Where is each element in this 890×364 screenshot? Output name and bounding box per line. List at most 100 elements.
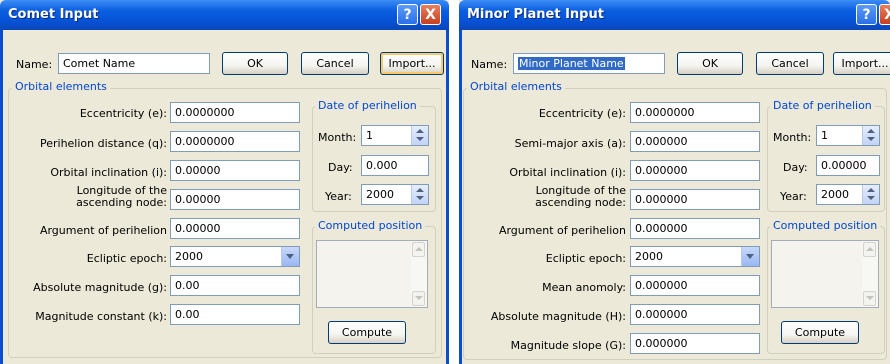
day-input[interactable]: 0.00000 <box>816 155 880 176</box>
help-button[interactable]: ? <box>856 4 877 25</box>
magnitude-constant-input[interactable]: 0.00 <box>170 304 300 325</box>
window-border-left <box>459 30 462 364</box>
ecliptic-epoch-value: 2000 <box>175 250 203 263</box>
date-of-perihelion-title: Date of perihelion <box>315 99 420 112</box>
minor-title-bar[interactable]: Minor Planet Input ? X <box>459 0 890 30</box>
cancel-button[interactable]: Cancel <box>301 52 369 75</box>
magnitude-constant-label: Magnitude constant (k): <box>35 310 167 323</box>
argument-of-perihelion-label: Argument of perihelion <box>498 224 626 237</box>
eccentricity-input[interactable]: 0.0000000 <box>170 102 300 123</box>
longitude-label-line2: ascending node: <box>535 196 626 209</box>
close-button[interactable]: X <box>420 4 441 25</box>
comet-dialog-title: Comet Input <box>8 7 99 22</box>
name-input[interactable]: Comet Name <box>58 53 210 74</box>
comet-input-dialog: Comet Input ? X Name: Comet Name OK Canc… <box>0 0 449 364</box>
scroll-down-icon[interactable] <box>412 291 425 306</box>
longitude-label-line2: ascending node: <box>76 196 167 209</box>
argument-of-perihelion-label: Argument of perihelion <box>39 224 167 237</box>
name-label: Name: <box>16 58 53 71</box>
cancel-button[interactable]: Cancel <box>756 52 824 75</box>
computed-position-list[interactable] <box>316 240 428 308</box>
list-scrollbar[interactable] <box>411 241 427 307</box>
mean-anomoly-label: Mean anomoly: <box>542 281 626 294</box>
inclination-input[interactable]: 0.00000 <box>170 160 300 181</box>
month-spin-icon[interactable] <box>862 126 879 145</box>
ecliptic-epoch-label: Ecliptic epoch: <box>86 252 167 265</box>
inclination-label: Orbital inclination (i): <box>509 166 626 179</box>
longitude-input[interactable]: 0.000000 <box>630 189 760 210</box>
help-button[interactable]: ? <box>397 4 418 25</box>
year-value: 2000 <box>821 188 849 201</box>
argument-of-perihelion-input[interactable]: 0.00000 <box>170 218 300 239</box>
day-label: Day: <box>328 161 353 174</box>
year-label: Year: <box>780 190 807 203</box>
year-value: 2000 <box>366 188 394 201</box>
ecliptic-epoch-value: 2000 <box>635 250 663 263</box>
ecliptic-epoch-label: Ecliptic epoch: <box>545 252 626 265</box>
eccentricity-input[interactable]: 0.0000000 <box>630 102 760 123</box>
mean-anomoly-input[interactable]: 0.000000 <box>630 275 760 296</box>
ok-button[interactable]: OK <box>222 52 288 75</box>
month-value: 1 <box>366 129 373 142</box>
argument-of-perihelion-input[interactable]: 0.000000 <box>630 218 760 239</box>
eccentricity-label: Eccentricity (e): <box>538 107 626 120</box>
computed-position-title: Computed position <box>315 219 426 232</box>
month-spinner[interactable]: 1 <box>361 125 429 146</box>
ok-button[interactable]: OK <box>677 52 743 75</box>
day-input[interactable]: 0.000 <box>361 155 429 176</box>
name-label: Name: <box>471 58 508 71</box>
semi-major-axis-label: Semi-major axis (a): <box>514 137 626 150</box>
day-label: Day: <box>783 161 808 174</box>
chevron-down-icon[interactable] <box>741 247 759 266</box>
orbital-elements-title: Orbital elements <box>467 80 565 93</box>
inclination-input[interactable]: 0.000000 <box>630 160 760 181</box>
minor-planet-input-dialog: Minor Planet Input ? X Name: Minor Plane… <box>459 0 890 364</box>
absolute-magnitude-input[interactable]: 0.00 <box>170 275 300 296</box>
window-border-left <box>0 30 3 364</box>
magnitude-slope-label: Magnitude slope (G): <box>510 339 626 352</box>
name-input[interactable]: Minor Planet Name <box>513 53 665 74</box>
import-button[interactable]: Import... <box>380 52 444 75</box>
eccentricity-label: Eccentricity (e): <box>79 107 167 120</box>
scroll-up-icon[interactable] <box>863 242 876 257</box>
magnitude-slope-input[interactable]: 0.000000 <box>630 333 760 354</box>
year-spin-icon[interactable] <box>862 185 879 204</box>
month-spinner[interactable]: 1 <box>816 125 880 146</box>
absolute-magnitude-label: Absolute magnitude (g): <box>33 281 167 294</box>
month-spin-icon[interactable] <box>411 126 428 145</box>
ecliptic-epoch-combo[interactable]: 2000 <box>630 246 760 267</box>
compute-button[interactable]: Compute <box>328 321 406 344</box>
ecliptic-epoch-combo[interactable]: 2000 <box>170 246 300 267</box>
absolute-magnitude-label: Absolute magnitude (H): <box>490 310 626 323</box>
scroll-down-icon[interactable] <box>863 291 876 306</box>
longitude-input[interactable]: 0.00000 <box>170 189 300 210</box>
computed-position-title: Computed position <box>770 219 881 232</box>
help-icon: ? <box>862 7 871 23</box>
comet-title-bar[interactable]: Comet Input ? X <box>0 0 449 30</box>
name-selected-text: Minor Planet Name <box>518 57 625 70</box>
import-button[interactable]: Import... <box>833 52 890 75</box>
date-of-perihelion-title: Date of perihelion <box>770 99 875 112</box>
year-spin-icon[interactable] <box>411 185 428 204</box>
close-icon: X <box>884 7 890 23</box>
close-icon: X <box>425 7 436 23</box>
help-icon: ? <box>403 7 412 23</box>
computed-position-list[interactable] <box>771 240 879 308</box>
perihelion-distance-label: Perihelion distance (q): <box>39 137 167 150</box>
year-spinner[interactable]: 2000 <box>361 184 429 205</box>
scroll-up-icon[interactable] <box>412 242 425 257</box>
compute-button[interactable]: Compute <box>781 321 859 344</box>
year-spinner[interactable]: 2000 <box>816 184 880 205</box>
month-label: Month: <box>318 131 357 144</box>
orbital-elements-title: Orbital elements <box>12 80 110 93</box>
month-label: Month: <box>773 131 812 144</box>
perihelion-distance-input[interactable]: 0.0000000 <box>170 131 300 152</box>
inclination-label: Orbital inclination (i): <box>50 166 167 179</box>
semi-major-axis-input[interactable]: 0.000000 <box>630 131 760 152</box>
absolute-magnitude-input[interactable]: 0.000000 <box>630 304 760 325</box>
minor-dialog-title: Minor Planet Input <box>467 7 604 22</box>
month-value: 1 <box>821 129 828 142</box>
chevron-down-icon[interactable] <box>281 247 299 266</box>
list-scrollbar[interactable] <box>862 241 878 307</box>
close-button[interactable]: X <box>879 4 890 25</box>
